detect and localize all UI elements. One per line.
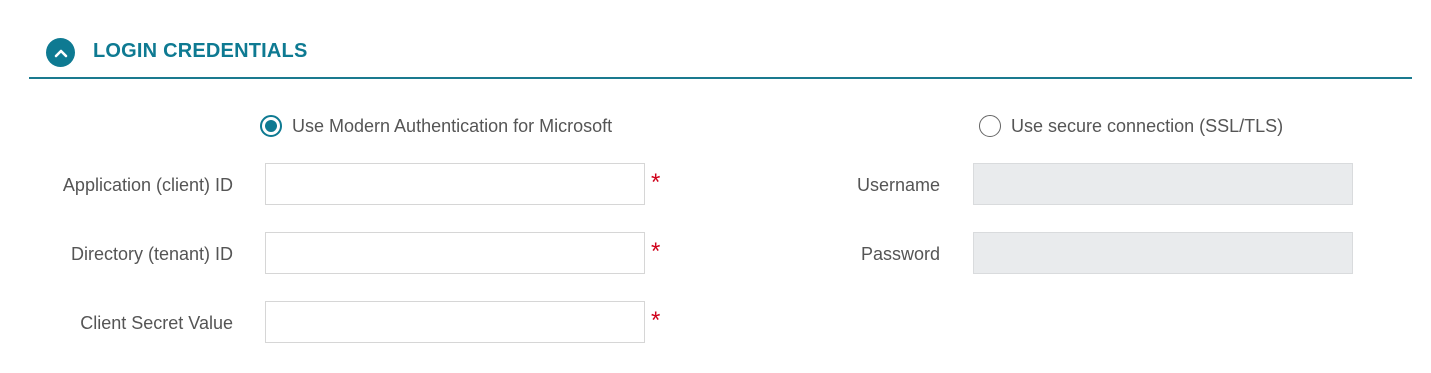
section-header: LOGIN CREDENTIALS [29,32,1412,79]
password-label: Password [860,244,940,264]
modern-auth-label: Use Modern Authentication for Microsoft [292,115,613,136]
directory-id-input[interactable] [265,232,645,274]
ssl-radio[interactable] [979,115,1001,137]
collapse-button[interactable] [46,38,75,67]
username-label: Username [856,175,940,195]
required-indicator: * [651,307,661,334]
required-indicator: * [651,169,661,196]
password-input[interactable] [973,232,1353,274]
directory-id-label: Directory (tenant) ID [70,244,233,264]
application-id-label: Application (client) ID [62,175,233,195]
required-indicator: * [651,238,661,265]
modern-auth-radio[interactable] [260,115,282,137]
ssl-label: Use secure connection (SSL/TLS) [1011,115,1284,136]
chevron-up-icon [54,49,67,57]
application-id-input[interactable] [265,163,645,205]
radio-selected-dot [265,120,277,132]
section-title: LOGIN CREDENTIALS [93,40,308,62]
client-secret-input[interactable] [265,301,645,343]
username-input[interactable] [973,163,1353,205]
client-secret-label: Client Secret Value [80,313,233,333]
modern-auth-radio-option[interactable]: Use Modern Authentication for Microsoft [260,115,612,137]
ssl-radio-option[interactable]: Use secure connection (SSL/TLS) [979,115,1283,137]
